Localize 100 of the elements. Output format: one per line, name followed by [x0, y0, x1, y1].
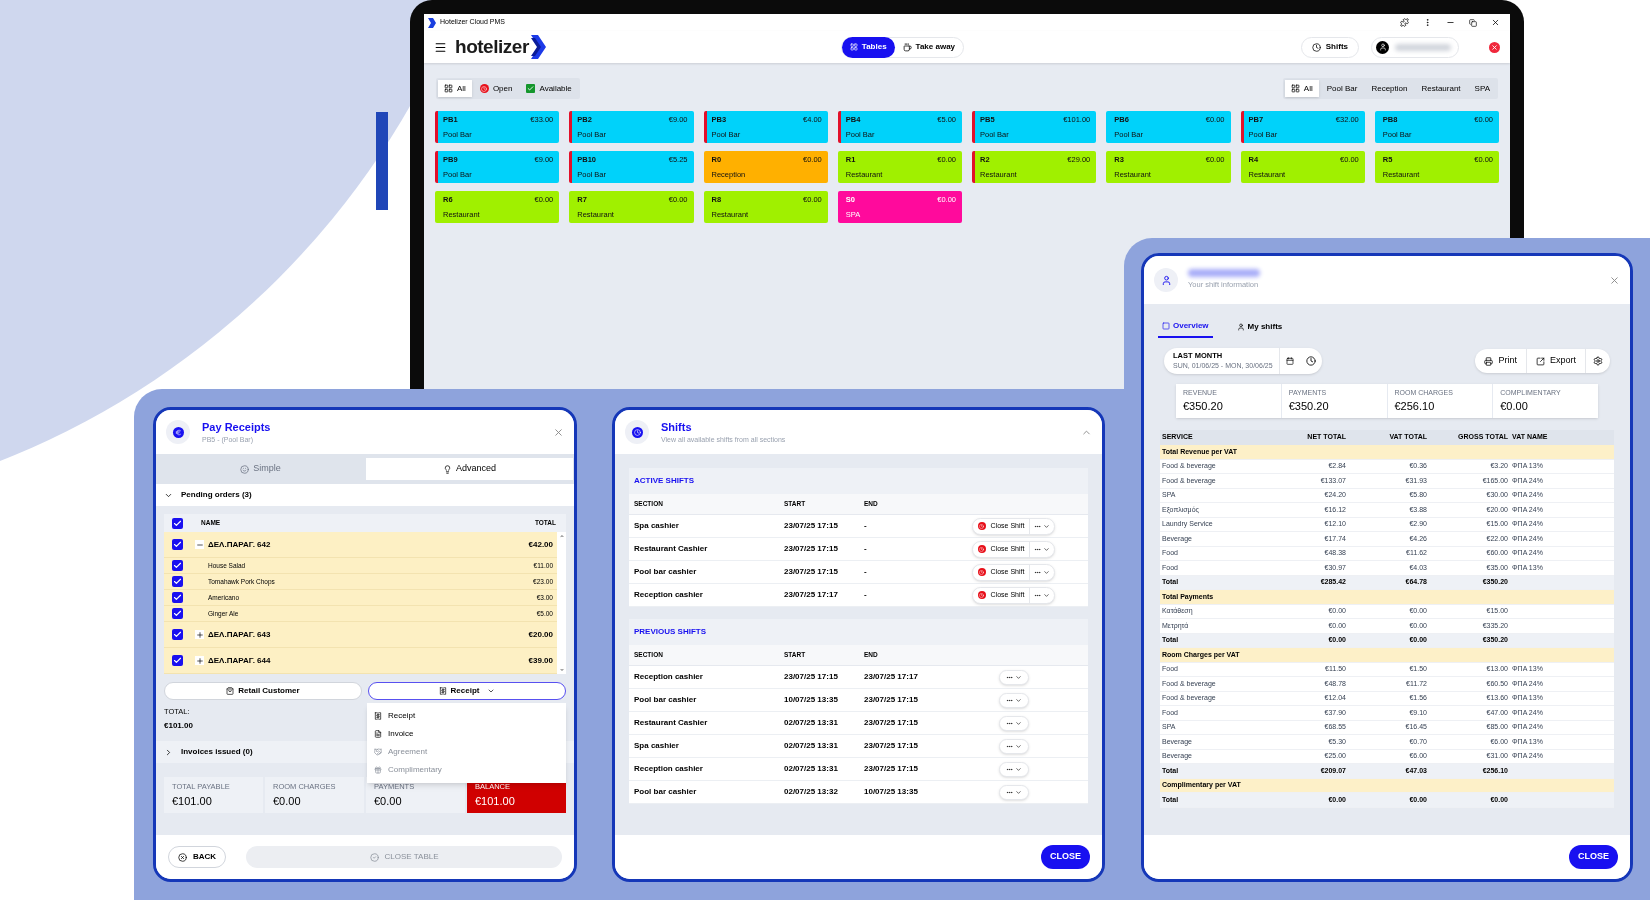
status-filter[interactable]: All: [438, 80, 472, 97]
restore-icon[interactable]: [1469, 18, 1477, 27]
checkbox[interactable]: [172, 517, 183, 529]
close-icon[interactable]: [1491, 18, 1500, 27]
square-icon: [1162, 322, 1170, 330]
shift-end: -: [863, 520, 868, 532]
section-filter[interactable]: Pool Bar: [1320, 80, 1364, 97]
user-icon: [1154, 268, 1178, 292]
shift-end: 23/07/25 17:15: [863, 740, 919, 752]
status-filter[interactable]: Open: [473, 80, 519, 97]
caret-icon: [1014, 788, 1022, 796]
caret-icon: [1014, 696, 1022, 704]
checkbox[interactable]: [172, 655, 183, 666]
expand-toggle[interactable]: [195, 656, 204, 665]
shift-end: 10/07/25 13:35: [863, 786, 919, 798]
checkbox[interactable]: [172, 560, 183, 571]
shift-section: Restaurant Cashier: [629, 543, 779, 555]
order-total: €20.00: [528, 628, 553, 641]
user-button[interactable]: [1371, 36, 1459, 58]
shifts-button[interactable]: Shifts: [1300, 36, 1359, 58]
euro-icon: [166, 420, 190, 444]
shift-end: -: [863, 543, 868, 555]
menu-option[interactable]: Invoice: [367, 725, 566, 743]
caret-icon: [1043, 591, 1051, 599]
stat-value: €350.20: [1288, 399, 1329, 414]
more-icon[interactable]: [1423, 18, 1432, 27]
checkbox[interactable]: [172, 576, 183, 587]
caret-icon: [1014, 719, 1022, 727]
scrollbar[interactable]: [557, 532, 566, 674]
caret-icon: [1014, 673, 1022, 681]
printer-icon: [1484, 356, 1494, 366]
checkbox[interactable]: [172, 608, 183, 619]
document-icon: [374, 730, 382, 738]
clock-icon: [1311, 42, 1321, 52]
shift-start: 02/07/25 13:31: [783, 717, 839, 729]
shift-start: 23/07/25 17:15: [783, 543, 839, 555]
receipt-icon: [374, 712, 382, 720]
tab[interactable]: Overview: [1158, 316, 1213, 338]
clock-icon[interactable]: [1305, 356, 1316, 366]
caret-icon: [487, 687, 496, 695]
stat-value: €256.10: [1394, 399, 1435, 414]
status-filter[interactable]: Available: [520, 80, 578, 97]
checkbox[interactable]: [172, 592, 183, 603]
close-button[interactable]: CLOSE: [1041, 845, 1090, 869]
cup-icon: [902, 42, 912, 52]
scroll-down-icon: [558, 667, 565, 673]
clock-icon: [977, 522, 986, 530]
section-title: PREVIOUS SHIFTS: [634, 626, 706, 638]
caret-icon: [1043, 545, 1051, 553]
grid-icon: [849, 43, 858, 51]
dialog-title: Shifts: [661, 419, 692, 435]
caret-icon: [1043, 522, 1051, 530]
clock-icon: [625, 420, 649, 444]
customer-button[interactable]: Retail Customer: [164, 682, 362, 700]
checkbox[interactable]: [172, 539, 183, 550]
grid-icon: [444, 84, 453, 93]
menu-icon[interactable]: [434, 40, 447, 54]
chevron-right-icon: [164, 747, 173, 757]
plus-icon: [195, 656, 204, 665]
settings-icon[interactable]: [1593, 356, 1603, 366]
section-filter[interactable]: Reception: [1365, 80, 1414, 97]
logo-wordmark: hotelizer: [455, 34, 529, 59]
caret-icon: [1014, 742, 1022, 750]
expand-toggle[interactable]: [195, 630, 204, 639]
check-square-icon: [526, 84, 536, 93]
export-button[interactable]: Export: [1527, 349, 1586, 373]
section-title: ACTIVE SHIFTS: [634, 475, 694, 487]
clock-icon: [977, 591, 986, 599]
shift-end: 23/07/25 17:15: [863, 694, 919, 706]
calendar-icon[interactable]: [1285, 357, 1294, 365]
shift-section: Spa cashier: [629, 740, 779, 752]
checkbox[interactable]: [172, 629, 183, 640]
expand-toggle[interactable]: [195, 540, 204, 549]
shift-start: 02/07/25 13:32: [783, 786, 839, 798]
mode-tab[interactable]: Tables: [841, 36, 895, 58]
section-filter[interactable]: SPA: [1468, 80, 1496, 97]
mode-tab[interactable]: Simple: [157, 458, 364, 480]
clock-icon: [977, 568, 986, 576]
mode-tab[interactable]: Take away: [894, 36, 964, 58]
document-type-dropdown[interactable]: Receipt: [368, 682, 566, 700]
menu-option[interactable]: Receipt: [367, 707, 566, 725]
bag-icon: [226, 687, 235, 695]
pending-orders-toggle[interactable]: Pending orders (3): [156, 484, 574, 506]
check-icon: [173, 518, 182, 528]
section-filter[interactable]: All: [1284, 80, 1319, 97]
lightbulb-icon: [443, 464, 452, 474]
shift-section: Pool bar cashier: [629, 786, 779, 798]
extensions-icon[interactable]: [1400, 18, 1409, 27]
app-logo-icon: [428, 17, 436, 28]
logo-chevron-icon: [530, 35, 546, 59]
check-icon: [173, 630, 182, 639]
print-button[interactable]: Print: [1475, 349, 1527, 373]
blurred-name: [1395, 43, 1451, 51]
summary-value: €0.00: [374, 793, 402, 809]
tab[interactable]: My shifts: [1232, 316, 1287, 338]
user-icon: [1236, 323, 1245, 331]
section-filter[interactable]: Restaurant: [1415, 80, 1467, 97]
mode-tab[interactable]: Advanced: [366, 458, 573, 480]
close-button[interactable]: CLOSE: [1569, 845, 1618, 869]
handshake-icon: [374, 748, 382, 756]
